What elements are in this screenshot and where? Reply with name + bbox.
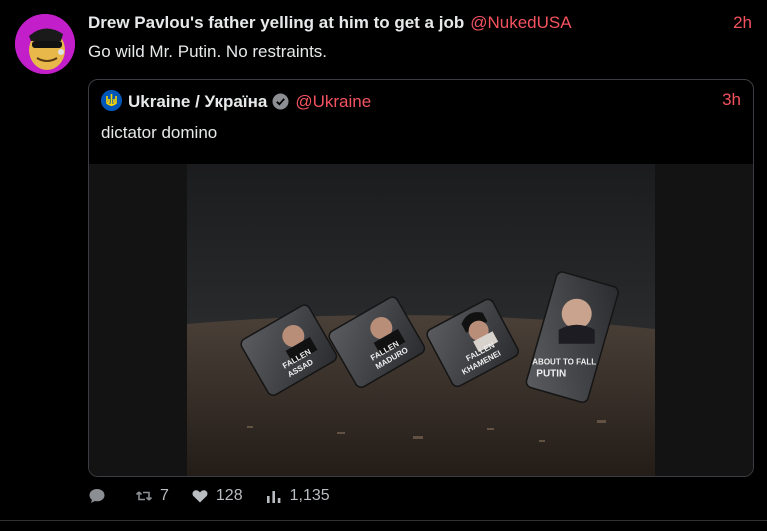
cartoon-face-avatar-icon (15, 14, 75, 74)
quote-time[interactable]: 3h (722, 90, 741, 110)
heart-icon (192, 490, 208, 503)
domino-illustration: FALLEN ASSAD FALLEN MADURO FALLEN KHAMEN… (187, 164, 655, 476)
post-time[interactable]: 2h (733, 13, 752, 33)
post[interactable]: Drew Pavlou's father yelling at him to g… (0, 0, 767, 531)
verified-badge-icon (272, 93, 289, 110)
retweet-count: 7 (160, 487, 169, 504)
trident-icon (101, 90, 122, 111)
author-name[interactable]: Drew Pavlou's father yelling at him to g… (88, 13, 464, 32)
quote-author-handle[interactable]: @Ukraine (295, 92, 371, 111)
views-chart-icon (266, 491, 281, 503)
post-header: Drew Pavlou's father yelling at him to g… (88, 13, 752, 37)
like-count: 128 (215, 487, 243, 504)
ukraine-avatar[interactable] (101, 90, 122, 111)
post-divider (0, 520, 767, 521)
tile-line2: PUTIN (536, 368, 566, 379)
quote-author-name[interactable]: Ukraine / Україна (128, 92, 267, 111)
comment-icon (89, 489, 105, 503)
post-text: Go wild Mr. Putin. No restraints. (88, 42, 328, 61)
action-bar: 7 128 1,135 (88, 484, 352, 508)
retweet-icon (135, 491, 153, 501)
views-button[interactable]: 1,135 (265, 487, 330, 505)
quoted-post[interactable]: Ukraine / Україна @Ukraine 3h dictator d… (88, 79, 754, 477)
reply-button[interactable] (88, 487, 113, 505)
author-handle[interactable]: @NukedUSA (470, 13, 571, 32)
views-count: 1,135 (289, 487, 330, 504)
retweet-button[interactable]: 7 (135, 487, 169, 505)
quote-header: Ukraine / Україна @Ukraine 3h (101, 90, 741, 114)
like-button[interactable]: 128 (191, 487, 243, 505)
avatar[interactable] (15, 14, 75, 74)
tile-line1: ABOUT TO FALL (532, 357, 596, 366)
quote-image[interactable]: FALLEN ASSAD FALLEN MADURO FALLEN KHAMEN… (89, 164, 753, 476)
quote-text: dictator domino (101, 123, 218, 142)
